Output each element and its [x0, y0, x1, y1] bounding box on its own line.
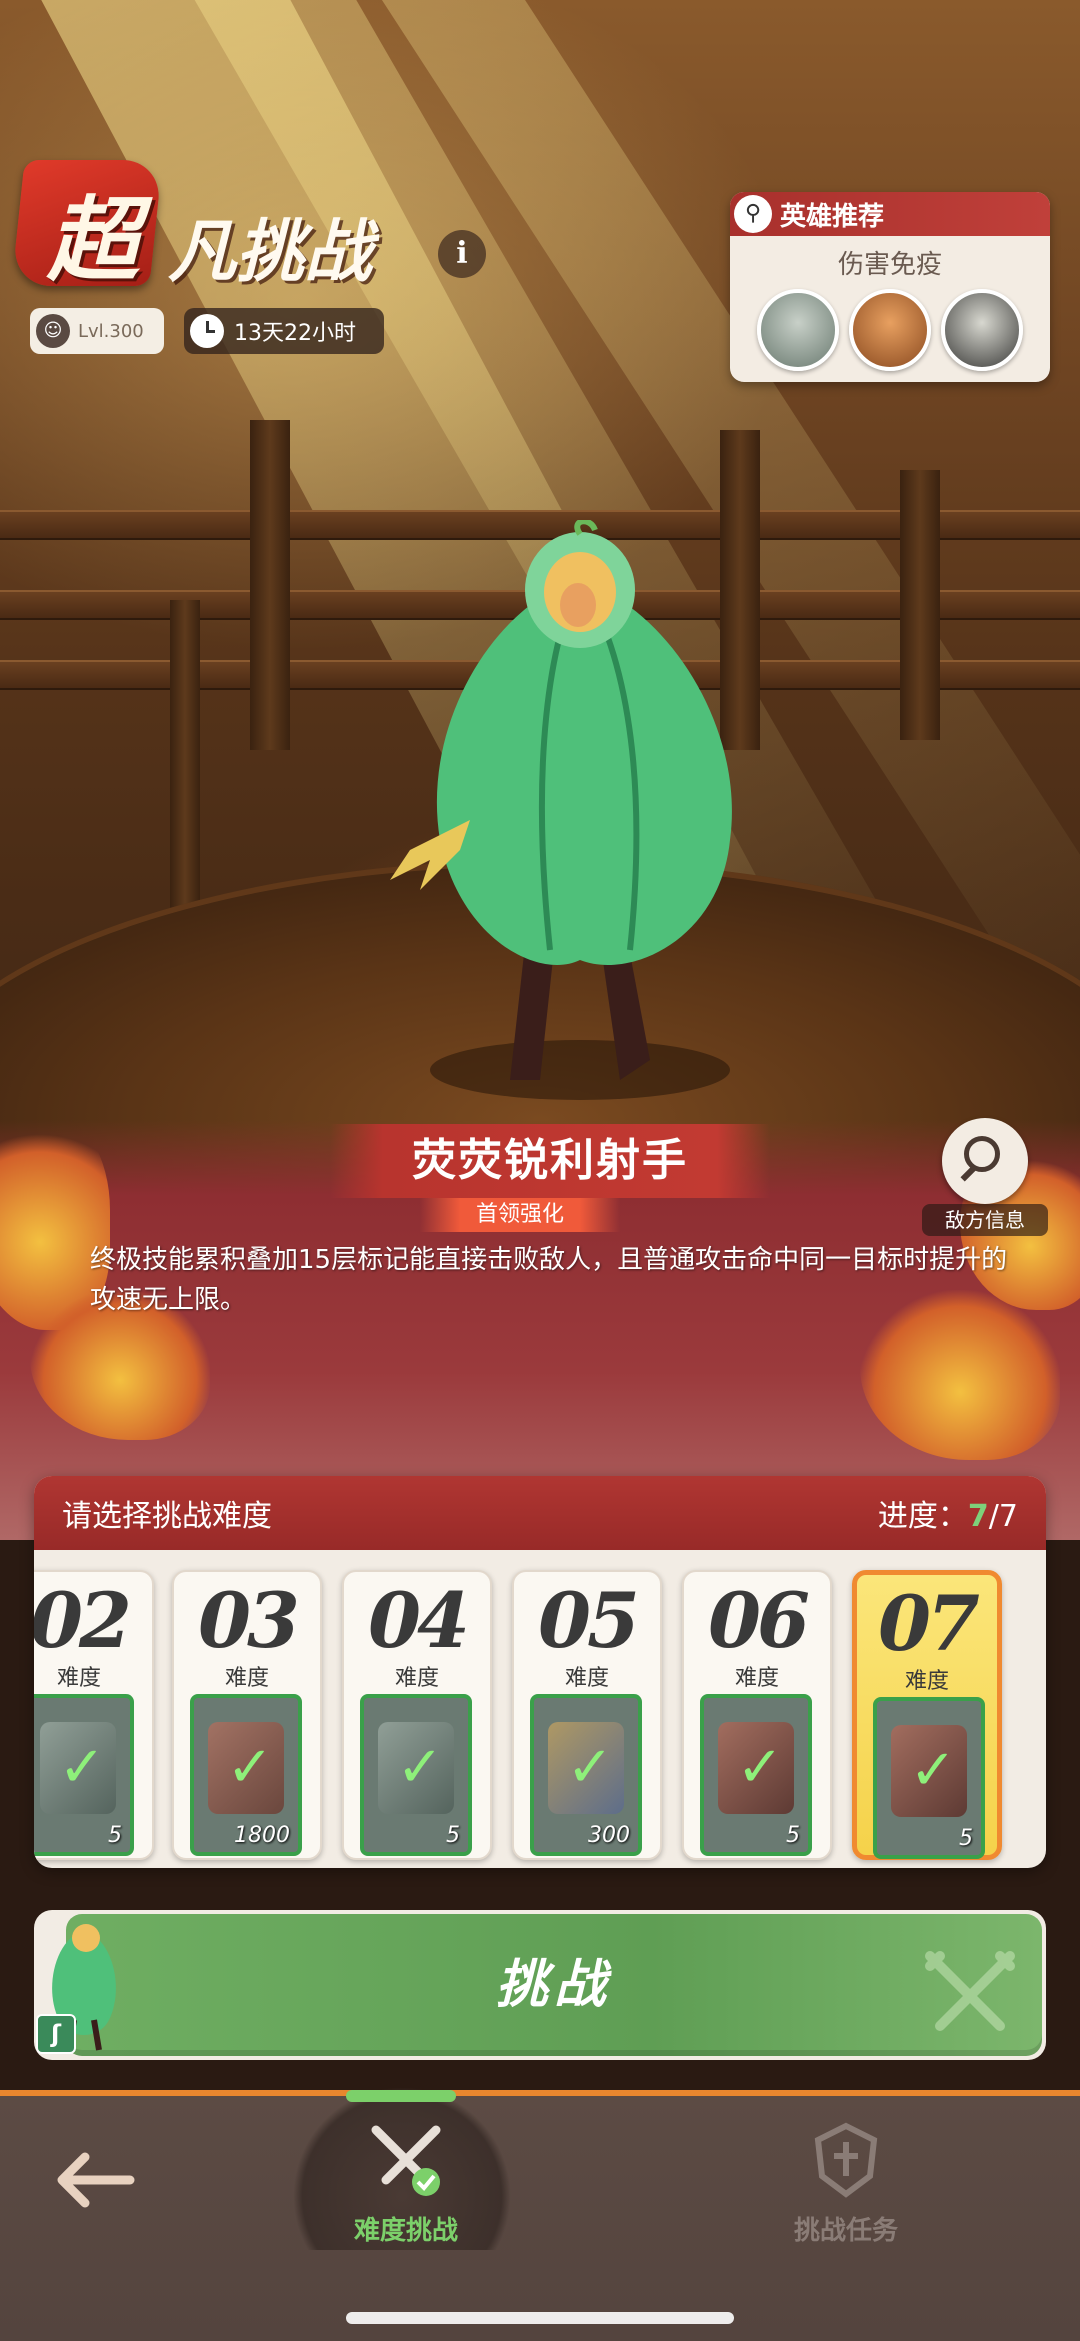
page-title: 凡挑战: [168, 212, 373, 292]
boss-character: [390, 520, 732, 1100]
check-icon: ✓: [226, 1735, 274, 1800]
boss-tag: 首领强化: [420, 1198, 620, 1232]
difficulty-card[interactable]: 02 难度 ✓ 5: [34, 1570, 154, 1860]
shield-task-icon[interactable]: [806, 2120, 886, 2200]
check-icon: ✓: [736, 1735, 784, 1800]
hero-recommend-subtitle: 伤害免疫: [837, 250, 942, 280]
enemy-info-button[interactable]: [942, 1118, 1028, 1204]
progress-indicator: 进度：7/7: [877, 1499, 1018, 1534]
hero-recommend-header: ⚲ 英雄推荐: [730, 192, 1050, 236]
info-icon[interactable]: i: [438, 230, 486, 278]
check-icon: ✓: [396, 1735, 444, 1800]
search-icon: ⚲: [734, 195, 772, 233]
reward-item: ✓ 5: [34, 1694, 134, 1856]
check-icon: ✓: [909, 1738, 957, 1803]
portrait-icon: ☺: [36, 314, 70, 348]
skill-icon: ʃ: [36, 2014, 76, 2054]
reward-item: ✓ 5: [873, 1697, 985, 1859]
reward-item: ✓ 1800: [190, 1694, 302, 1856]
boss-description: 终极技能累积叠加15层标记能直接击败敌人，且普通攻击命中同一目标时提升的攻速无上…: [90, 1245, 1008, 1315]
tab-difficulty-challenge[interactable]: 难度挑战: [306, 2210, 506, 2247]
difficulty-card[interactable]: 06 难度 ✓ 5: [682, 1570, 832, 1860]
crossed-swords-check-icon[interactable]: [366, 2120, 446, 2200]
hero-avatar[interactable]: [849, 289, 931, 371]
difficulty-list: 02 难度 ✓ 5 03 难度 ✓ 1800 04 难度 ✓ 5 05 难度 ✓…: [34, 1570, 1046, 1860]
reward-item: ✓ 5: [700, 1694, 812, 1856]
timer-text: 13天22小时: [234, 321, 356, 346]
level-badge: ☺ Lvl.300: [30, 308, 164, 354]
hero-avatar[interactable]: [941, 289, 1023, 371]
difficulty-panel: 请选择挑战难度 进度：7/7 02 难度 ✓ 5 03 难度 ✓ 1800 04: [34, 1476, 1046, 1868]
difficulty-card[interactable]: 05 难度 ✓ 300: [512, 1570, 662, 1860]
enemy-info-label: 敌方信息: [922, 1204, 1048, 1236]
difficulty-title: 请选择挑战难度: [62, 1499, 272, 1534]
check-icon: ✓: [566, 1735, 614, 1800]
hero-recommend-title: 英雄推荐: [780, 201, 885, 232]
difficulty-header: 请选择挑战难度 进度：7/7: [34, 1476, 1046, 1550]
difficulty-card[interactable]: 04 难度 ✓ 5: [342, 1570, 492, 1860]
back-arrow-icon[interactable]: [50, 2145, 140, 2215]
active-tab-indicator: [346, 2090, 456, 2102]
challenge-button[interactable]: 挑战: [66, 1914, 1042, 2056]
hero-portrait[interactable]: ʃ: [34, 1910, 134, 2060]
check-icon: ✓: [58, 1735, 106, 1800]
hero-avatar[interactable]: [757, 289, 839, 371]
crossed-swords-icon: [925, 1951, 1015, 2031]
boss-name: 荧荧锐利射手: [330, 1124, 770, 1198]
tab-challenge-tasks[interactable]: 挑战任务: [746, 2210, 946, 2247]
level-text: Lvl.300: [78, 320, 144, 342]
reward-item: ✓ 5: [360, 1694, 472, 1856]
title-badge-text: 超: [46, 186, 139, 294]
difficulty-card-selected[interactable]: 07 难度 ✓ 5: [852, 1570, 1002, 1860]
clock-icon: [190, 314, 224, 348]
event-timer: 13天22小时: [184, 308, 384, 354]
difficulty-card[interactable]: 03 难度 ✓ 1800: [172, 1570, 322, 1860]
reward-item: ✓ 300: [530, 1694, 642, 1856]
home-indicator: [346, 2312, 734, 2324]
hero-recommend-panel[interactable]: ⚲ 英雄推荐 伤害免疫: [730, 192, 1050, 382]
